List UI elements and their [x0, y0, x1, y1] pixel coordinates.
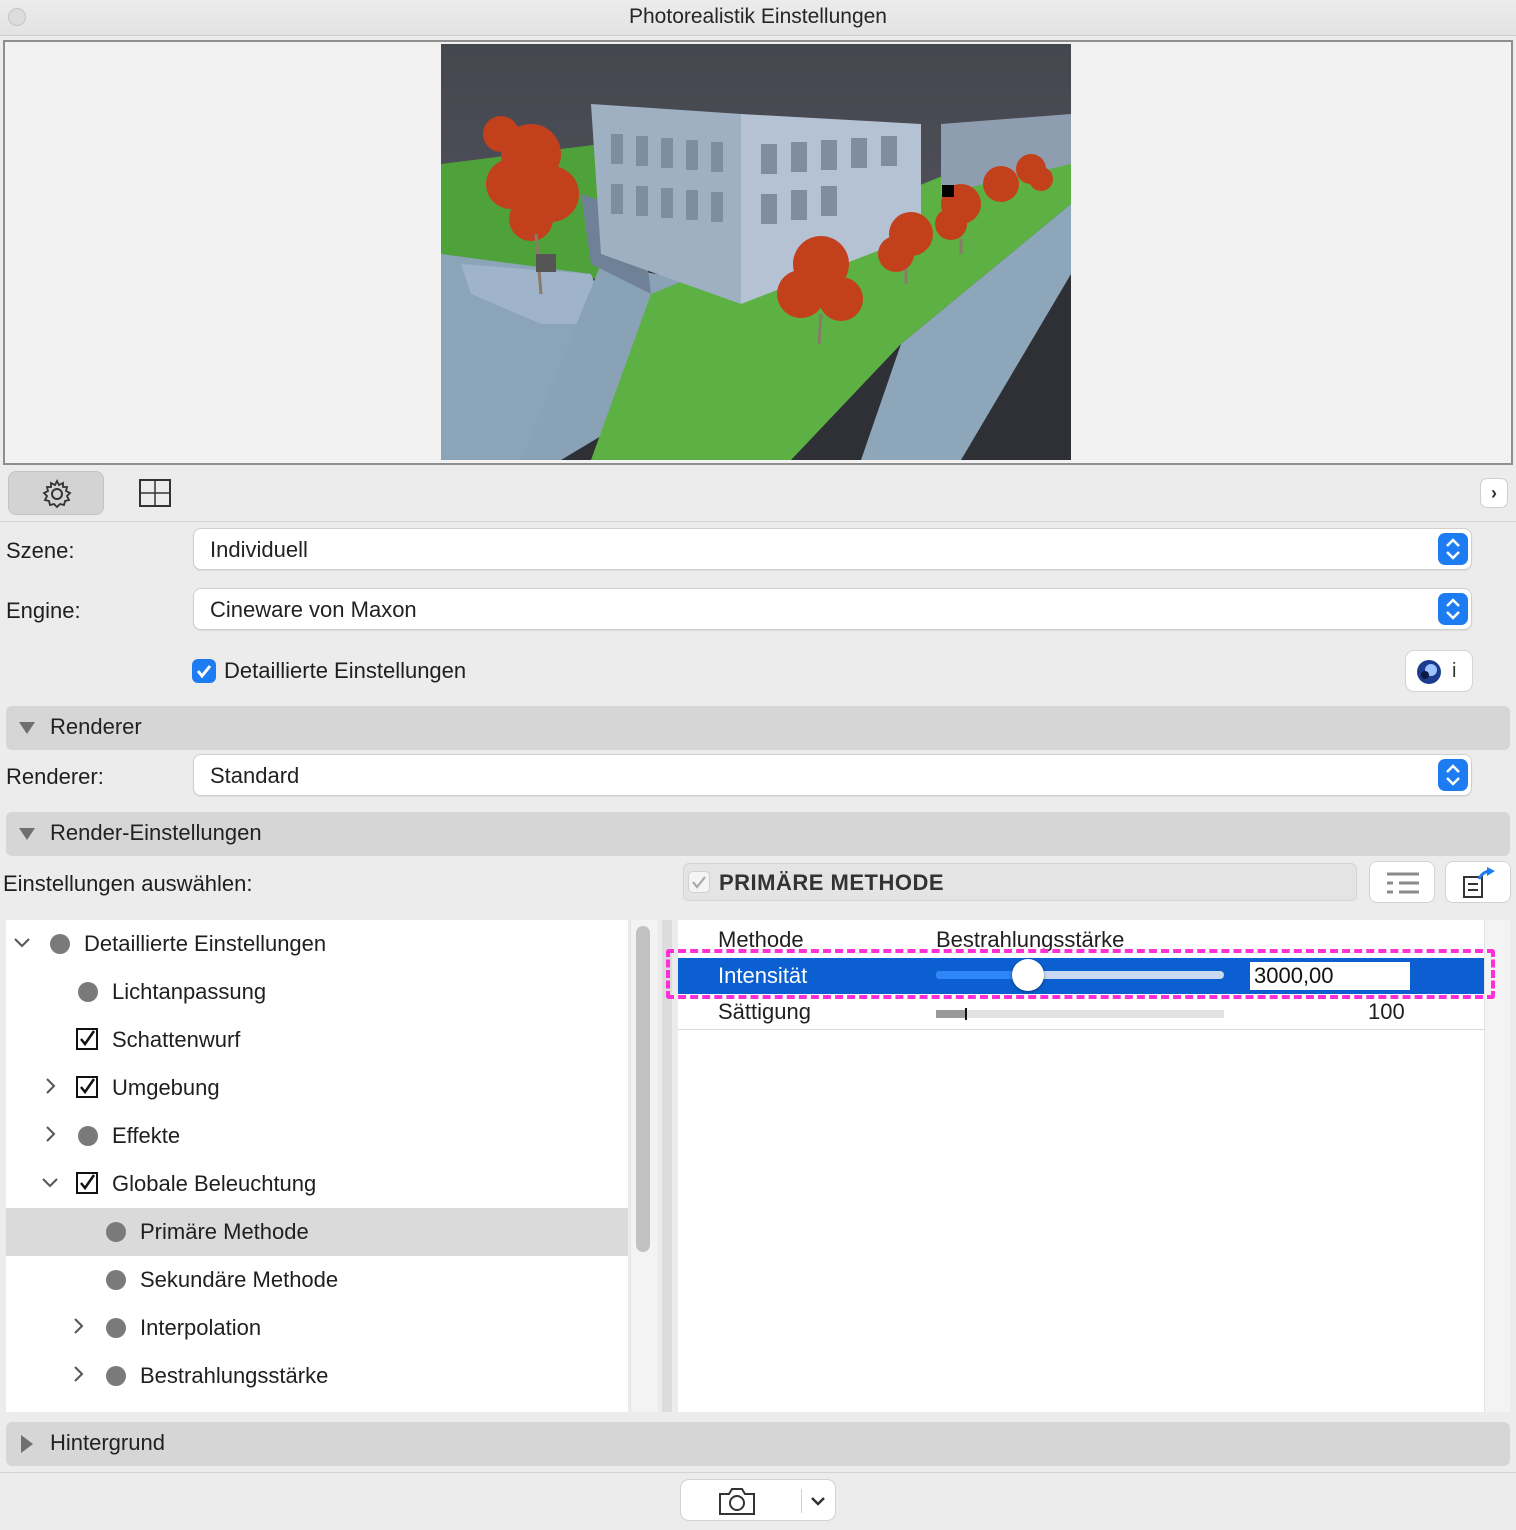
method-header-bar: PRIMÄRE METHODE	[683, 863, 1357, 901]
background-section-header[interactable]: Hintergrund	[6, 1422, 1510, 1466]
expand-panel-button[interactable]: ›	[1480, 478, 1508, 508]
renderer-select[interactable]: Standard	[193, 754, 1472, 796]
list-tree-icon	[1387, 872, 1419, 894]
detailed-settings-label[interactable]: Detaillierte Einstellungen	[224, 658, 466, 684]
tree-item[interactable]: Bestrahlungsstärke	[6, 1352, 628, 1400]
tree-item-label: Primäre Methode	[140, 1219, 309, 1244]
render-button[interactable]	[680, 1479, 836, 1521]
engine-select[interactable]: Cineware von Maxon	[193, 588, 1472, 630]
scene-value: Individuell	[210, 537, 308, 562]
method-title: PRIMÄRE METHODE	[719, 870, 945, 895]
window-title: Photorealistik Einstellungen	[629, 5, 887, 28]
render-preview-image	[441, 44, 1071, 460]
camera-icon[interactable]	[717, 1486, 757, 1516]
tree-item-checkbox[interactable]	[76, 1028, 98, 1050]
triangle-right-icon	[21, 1435, 33, 1453]
tree-item-label: Effekte	[112, 1123, 181, 1148]
select-settings-label: Einstellungen auswählen:	[3, 871, 253, 896]
tree-item-checkbox[interactable]	[76, 1172, 98, 1194]
property-row-saturation[interactable]: Sättigung 100	[678, 994, 1484, 1030]
tree-item[interactable]: Interpolation	[6, 1304, 628, 1352]
chevron-down-icon[interactable]	[12, 930, 32, 954]
scene-label: Szene:	[6, 538, 75, 563]
tree-scrollbar-thumb[interactable]	[636, 926, 650, 1252]
checkmark-icon	[692, 876, 706, 889]
render-settings-section-header[interactable]: Render-Einstellungen	[6, 812, 1510, 856]
export-settings-button[interactable]	[1445, 861, 1511, 903]
cinema4d-logo-icon	[1417, 660, 1441, 684]
saturation-label: Sättigung	[718, 999, 811, 1024]
engine-value: Cineware von Maxon	[210, 597, 417, 622]
chevron-down-icon[interactable]	[809, 1492, 827, 1510]
tree-item[interactable]: Schattenwurf	[6, 1016, 628, 1064]
checkmark-icon	[196, 665, 212, 679]
tree-item[interactable]: Primäre Methode	[6, 1208, 628, 1256]
checkmark-icon	[80, 1030, 96, 1047]
tree-item-label: Lichtanpassung	[112, 979, 267, 1004]
tree-item-label: Bestrahlungsstärke	[140, 1363, 329, 1388]
chevron-updown-icon	[1438, 533, 1468, 565]
chevron-right-icon[interactable]	[68, 1362, 88, 1386]
cineware-info-button[interactable]: i	[1405, 650, 1473, 692]
saturation-slider-fill	[936, 1010, 965, 1018]
settings-tree: Detaillierte Einstellungen Lichtanpassung…	[6, 920, 628, 1412]
detailed-settings-checkbox[interactable]	[192, 659, 216, 683]
scene-select[interactable]: Individuell	[193, 528, 1472, 570]
highlight-annotation	[666, 949, 1495, 999]
tree-item-label: Umgebung	[112, 1075, 220, 1100]
status-dot-icon	[106, 1222, 126, 1242]
renderer-section-title: Renderer	[50, 714, 142, 739]
tree-item-label: Sekundäre Methode	[140, 1267, 339, 1292]
frame-tab-button[interactable]	[116, 471, 196, 515]
divider	[0, 1472, 1516, 1473]
tree-item-label: Schattenwurf	[112, 1027, 241, 1052]
status-dot-icon	[50, 934, 70, 954]
saturation-value[interactable]: 100	[1368, 999, 1405, 1025]
status-dot-icon	[106, 1270, 126, 1290]
chevron-updown-icon	[1438, 759, 1468, 791]
saturation-slider-marker[interactable]	[964, 1008, 967, 1020]
frame-crop-icon	[139, 479, 171, 507]
chevron-right-icon[interactable]	[40, 1074, 60, 1098]
tree-view-button[interactable]	[1369, 861, 1435, 903]
chevron-right-icon[interactable]	[68, 1314, 88, 1338]
render-settings-section-title: Render-Einstellungen	[50, 820, 262, 845]
tree-item[interactable]: Umgebung	[6, 1064, 628, 1112]
tree-item[interactable]: Effekte	[6, 1112, 628, 1160]
checkmark-icon	[80, 1174, 96, 1191]
status-dot-icon	[106, 1366, 126, 1386]
tree-item[interactable]: Detaillierte Einstellungen	[6, 920, 628, 968]
engine-label: Engine:	[6, 598, 81, 623]
status-dot-icon	[78, 982, 98, 1002]
method-enabled-checkbox[interactable]	[688, 871, 710, 893]
tree-item-label: Globale Beleuchtung	[112, 1171, 317, 1196]
renderer-section-header[interactable]: Renderer	[6, 706, 1510, 750]
tree-item[interactable]: Sekundäre Methode	[6, 1256, 628, 1304]
tree-item-label: Interpolation	[140, 1315, 262, 1340]
triangle-down-icon	[19, 722, 35, 734]
info-icon: i	[1452, 660, 1457, 682]
status-dot-icon	[78, 1126, 98, 1146]
renderer-value: Standard	[210, 763, 300, 788]
divider	[0, 521, 1516, 522]
chevron-right-icon[interactable]	[40, 1122, 60, 1146]
checkmark-icon	[80, 1078, 96, 1095]
saturation-slider[interactable]	[936, 1008, 1224, 1020]
chevron-updown-icon	[1438, 593, 1468, 625]
tree-item-checkbox[interactable]	[76, 1076, 98, 1098]
background-section-title: Hintergrund	[50, 1430, 165, 1455]
tree-item[interactable]: Globale Beleuchtung	[6, 1160, 628, 1208]
status-dot-icon	[106, 1318, 126, 1338]
tree-item-label: Detaillierte Einstellungen	[84, 931, 327, 956]
settings-tab-button[interactable]	[8, 471, 104, 515]
gear-icon	[42, 478, 72, 509]
tree-item[interactable]: Lichtanpassung	[6, 968, 628, 1016]
triangle-down-icon	[19, 828, 35, 840]
chevron-down-icon[interactable]	[40, 1170, 60, 1194]
button-separator	[801, 1489, 802, 1513]
document-export-icon	[1463, 867, 1495, 898]
renderer-label: Renderer:	[6, 764, 104, 789]
